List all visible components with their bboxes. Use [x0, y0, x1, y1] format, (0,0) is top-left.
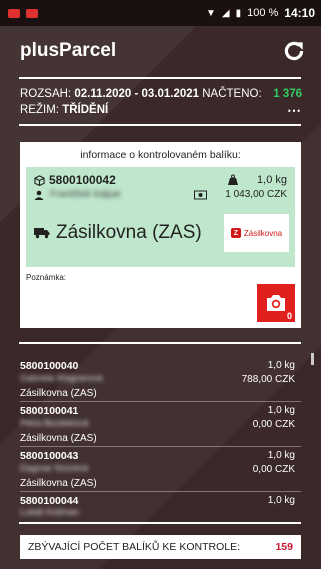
- cash-icon: [194, 190, 208, 200]
- package-id: 5800100042: [49, 173, 116, 187]
- item-recipient: Petra Bezdeková: [20, 418, 89, 428]
- status-bar: ▼ ◢ ▮ 100 % 14:10: [0, 0, 321, 26]
- carrier-logo-text: Zásilkovna: [243, 228, 283, 238]
- photo-count: 0: [286, 311, 292, 321]
- remaining-label: ZBÝVAJÍCÍ POČET BALÍKŮ KE KONTROLE:: [28, 541, 240, 553]
- zasilkovna-logo-icon: Z: [230, 228, 241, 238]
- card-title: informace o kontrolovaném balíku:: [80, 149, 241, 161]
- range-value: 02.11.2020 - 03.01.2021: [74, 88, 200, 100]
- item-weight: 1,0 kg: [267, 405, 295, 416]
- app-header: plusParcel: [0, 26, 321, 76]
- item-recipient: Dagmar Novotná: [20, 463, 89, 473]
- item-id: 5800100043: [20, 450, 79, 462]
- carrier-logo: Z Zásilkovna: [224, 214, 289, 252]
- divider: [19, 522, 301, 524]
- item-carrier: Zásilkovna (ZAS): [20, 478, 97, 489]
- divider: [19, 77, 301, 79]
- loaded-count: 1 376: [273, 88, 302, 100]
- app-title: plusParcel: [20, 40, 117, 61]
- more-options-icon[interactable]: ⋯: [287, 103, 302, 117]
- recipient-name: František kalpar: [50, 189, 122, 200]
- package-weight: 1,0 kg: [257, 174, 287, 186]
- item-id: 5800100041: [20, 405, 79, 417]
- carrier-name: Zásilkovna (ZAS): [56, 222, 202, 243]
- notification-icon: [8, 8, 20, 18]
- remaining-packages-bar: ZBÝVAJÍCÍ POČET BALÍKŮ KE KONTROLE: 159: [20, 535, 301, 559]
- battery-icon: ▮: [235, 7, 242, 19]
- divider: [19, 342, 301, 344]
- item-carrier: Zásilkovna (ZAS): [20, 433, 97, 444]
- item-recipient: Gabriela Wágnerová: [20, 373, 103, 383]
- item-weight: 1,0 kg: [267, 360, 295, 371]
- weight-icon: [228, 174, 239, 185]
- package-price: 1 043,00 CZK: [225, 189, 287, 200]
- mode-label: REŽIM:: [20, 104, 59, 116]
- item-recipient: Lukáš Kollman: [20, 507, 80, 517]
- item-weight: 1,0 kg: [267, 495, 295, 506]
- battery-level: 100 %: [247, 7, 279, 19]
- remaining-count: 159: [275, 541, 293, 553]
- item-weight: 1,0 kg: [267, 450, 295, 461]
- item-price: 0,00 CZK: [252, 419, 295, 430]
- person-icon: [34, 190, 44, 200]
- truck-icon: [34, 228, 50, 239]
- camera-icon: [267, 295, 285, 311]
- clock: 14:10: [284, 6, 315, 20]
- divider: [19, 124, 301, 126]
- mode-value: TŘÍDĚNÍ: [62, 104, 109, 116]
- range-info: ROZSAH: 02.11.2020 - 03.01.2021 NAČTENO:…: [20, 86, 302, 118]
- item-carrier: Zásilkovna (ZAS): [20, 388, 97, 399]
- refresh-icon[interactable]: [281, 38, 307, 64]
- scrollbar[interactable]: [311, 353, 314, 365]
- signal-icon: ◢: [221, 7, 230, 19]
- app-notification-icon: [26, 8, 38, 18]
- item-price: 0,00 CZK: [252, 464, 295, 475]
- item-id: 5800100040: [20, 360, 79, 372]
- loaded-label: NAČTENO:: [202, 88, 262, 100]
- package-details: 5800100042 1,0 kg František kalpar 1 043…: [26, 167, 295, 267]
- checked-package-card: informace o kontrolovaném balíku: 580010…: [20, 142, 301, 328]
- item-id: 5800100044: [20, 495, 79, 507]
- wifi-icon: ▼: [205, 7, 216, 19]
- list-item[interactable]: 5800100040 Gabriela Wágnerová Zásilkovna…: [20, 357, 301, 402]
- package-list: 5800100040 Gabriela Wágnerová Zásilkovna…: [20, 357, 301, 517]
- list-item[interactable]: 5800100044 Lukáš Kollman 1,0 kg: [20, 492, 301, 517]
- package-icon: [34, 174, 45, 186]
- note-label: Poznámka:: [26, 273, 67, 282]
- item-price: 788,00 CZK: [241, 374, 295, 385]
- list-item[interactable]: 5800100043 Dagmar Novotná Zásilkovna (ZA…: [20, 447, 301, 492]
- range-label: ROZSAH:: [20, 88, 72, 100]
- camera-button[interactable]: 0: [257, 284, 295, 322]
- list-item[interactable]: 5800100041 Petra Bezdeková Zásilkovna (Z…: [20, 402, 301, 447]
